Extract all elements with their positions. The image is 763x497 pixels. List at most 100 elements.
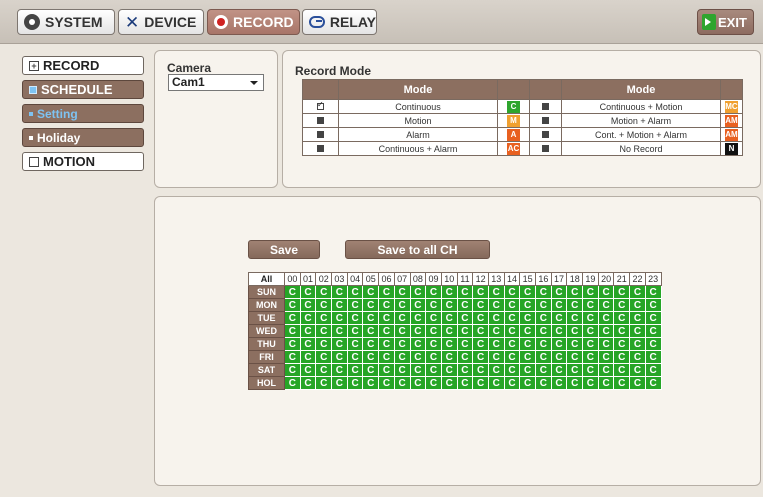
schedule-cell[interactable]: C [456,363,474,377]
hour-header[interactable]: 20 [597,272,615,286]
schedule-cell[interactable]: C [284,311,301,325]
schedule-cell[interactable]: C [378,324,395,338]
schedule-cell[interactable]: C [284,337,301,351]
schedule-cell[interactable]: C [644,285,662,299]
schedule-cell[interactable]: C [550,298,568,312]
schedule-cell[interactable]: C [425,376,442,390]
mode-checkbox[interactable] [542,102,549,110]
schedule-cell[interactable]: C [535,311,552,325]
schedule-cell[interactable]: C [331,298,348,312]
schedule-cell[interactable]: C [440,285,458,299]
schedule-cell[interactable]: C [315,363,333,377]
schedule-cell[interactable]: C [503,298,521,312]
schedule-cell[interactable]: C [409,285,427,299]
schedule-cell[interactable]: C [409,324,427,338]
schedule-cell[interactable]: C [409,337,427,351]
schedule-cell[interactable]: C [582,376,599,390]
mode-checkbox-cell[interactable] [302,99,339,114]
schedule-cell[interactable]: C [425,285,442,299]
hour-header[interactable]: 09 [425,272,442,286]
schedule-cell[interactable]: C [393,350,411,364]
schedule-cell[interactable]: C [597,298,615,312]
schedule-cell[interactable]: C [393,311,411,325]
schedule-cell[interactable]: C [299,311,317,325]
hour-header[interactable]: 03 [331,272,348,286]
mode-checkbox-cell[interactable] [529,99,562,114]
schedule-cell[interactable]: C [566,363,584,377]
select-all-cell[interactable]: All [248,272,285,286]
sidebar-item-record[interactable]: + RECORD [22,56,144,75]
mode-checkbox[interactable] [542,144,549,152]
sidebar-item-motion[interactable]: MOTION [22,152,144,171]
schedule-cell[interactable]: C [535,350,552,364]
mode-checkbox-cell[interactable] [302,127,339,142]
mode-checkbox[interactable] [542,116,549,124]
schedule-cell[interactable]: C [487,285,505,299]
schedule-cell[interactable]: C [629,363,646,377]
schedule-cell[interactable]: C [535,298,552,312]
schedule-cell[interactable]: C [582,311,599,325]
schedule-cell[interactable]: C [503,376,521,390]
schedule-cell[interactable]: C [284,363,301,377]
schedule-cell[interactable]: C [393,324,411,338]
schedule-cell[interactable]: C [566,324,584,338]
schedule-cell[interactable]: C [284,350,301,364]
schedule-cell[interactable]: C [535,376,552,390]
schedule-cell[interactable]: C [456,298,474,312]
schedule-cell[interactable]: C [487,350,505,364]
hour-header[interactable]: 14 [503,272,521,286]
schedule-cell[interactable]: C [456,311,474,325]
schedule-cell[interactable]: C [487,376,505,390]
schedule-cell[interactable]: C [613,324,631,338]
schedule-cell[interactable]: C [613,350,631,364]
hour-header[interactable]: 11 [456,272,474,286]
schedule-cell[interactable]: C [346,376,364,390]
schedule-cell[interactable]: C [362,350,380,364]
schedule-cell[interactable]: C [346,363,364,377]
schedule-cell[interactable]: C [644,324,662,338]
hour-header[interactable]: 16 [535,272,552,286]
hour-header[interactable]: 01 [299,272,317,286]
schedule-cell[interactable]: C [582,363,599,377]
schedule-cell[interactable]: C [629,324,646,338]
schedule-cell[interactable]: C [644,363,662,377]
tab-device[interactable]: ✕ DEVICE [118,9,204,35]
schedule-cell[interactable]: C [566,311,584,325]
hour-header[interactable]: 21 [613,272,631,286]
schedule-cell[interactable]: C [425,311,442,325]
tab-system[interactable]: SYSTEM [17,9,115,35]
hour-header[interactable]: 06 [378,272,395,286]
schedule-cell[interactable]: C [550,311,568,325]
schedule-cell[interactable]: C [331,311,348,325]
schedule-cell[interactable]: C [519,376,536,390]
schedule-cell[interactable]: C [440,363,458,377]
schedule-cell[interactable]: C [582,324,599,338]
schedule-cell[interactable]: C [472,298,489,312]
schedule-cell[interactable]: C [362,324,380,338]
day-header[interactable]: MON [248,298,285,312]
schedule-cell[interactable]: C [519,324,536,338]
schedule-cell[interactable]: C [425,363,442,377]
schedule-cell[interactable]: C [487,311,505,325]
mode-checkbox[interactable] [317,116,324,124]
mode-checkbox[interactable] [317,144,324,152]
schedule-cell[interactable]: C [378,337,395,351]
schedule-cell[interactable]: C [456,350,474,364]
schedule-cell[interactable]: C [346,324,364,338]
hour-header[interactable]: 17 [550,272,568,286]
schedule-cell[interactable]: C [566,376,584,390]
schedule-cell[interactable]: C [299,376,317,390]
schedule-cell[interactable]: C [378,298,395,312]
schedule-cell[interactable]: C [629,337,646,351]
schedule-cell[interactable]: C [346,311,364,325]
mode-checkbox-cell[interactable] [302,141,339,156]
schedule-cell[interactable]: C [503,350,521,364]
schedule-cell[interactable]: C [409,311,427,325]
hour-header[interactable]: 13 [487,272,505,286]
schedule-cell[interactable]: C [519,350,536,364]
schedule-cell[interactable]: C [472,311,489,325]
schedule-cell[interactable]: C [644,298,662,312]
schedule-cell[interactable]: C [582,298,599,312]
mode-checkbox[interactable] [317,130,324,138]
schedule-cell[interactable]: C [503,311,521,325]
